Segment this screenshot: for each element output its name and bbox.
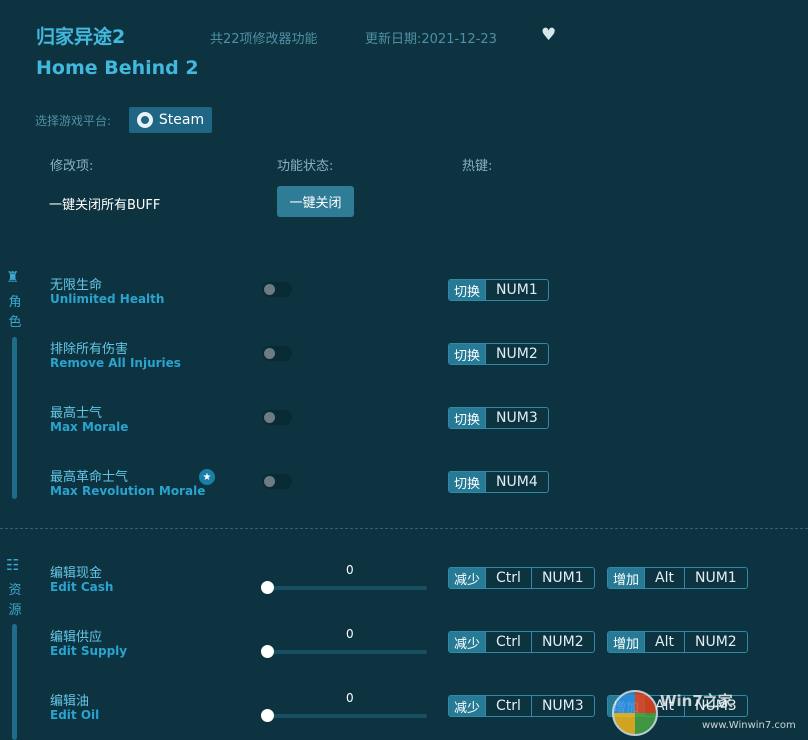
hotkey-action: 增加 [608, 632, 644, 652]
hotkey-action: 切换 [449, 344, 485, 364]
hotkey-key: NUM1 [684, 568, 747, 588]
hotkey-decrease[interactable]: 减少 Ctrl NUM2 [448, 631, 595, 653]
watermark-brand: Win7之家 [660, 690, 733, 711]
hotkey-action: 切换 [449, 472, 485, 492]
option-name-en: Unlimited Health [50, 292, 164, 306]
hotkey-key: NUM1 [485, 280, 548, 300]
toggle-knob [264, 412, 275, 423]
option-toggle[interactable] [262, 282, 292, 297]
toggle-knob [264, 284, 275, 295]
game-title-en: Home Behind 2 [36, 57, 199, 79]
windows-logo-watermark [612, 690, 658, 736]
value-slider[interactable] [267, 650, 427, 654]
hotkey-action: 切换 [449, 280, 485, 300]
update-date: 更新日期:2021-12-23 [365, 28, 497, 47]
steam-platform-button[interactable]: Steam [129, 107, 212, 133]
hotkey-decrease[interactable]: 减少 Ctrl NUM1 [448, 567, 595, 589]
character-icon: ♜ [6, 268, 19, 286]
hotkey-modifier: Ctrl [485, 632, 531, 652]
slider-value: 0 [346, 691, 354, 705]
hotkey-key: NUM2 [485, 344, 548, 364]
option-name-cn: 最高士气 [50, 402, 102, 421]
option-name-en: Max Revolution Morale [50, 484, 205, 498]
hotkey-key: NUM3 [485, 408, 548, 428]
hotkey-action: 减少 [449, 568, 485, 588]
column-header-hotkey: 热键: [462, 155, 492, 174]
resources-icon: ☷ [6, 556, 19, 574]
value-slider[interactable] [267, 586, 427, 590]
hotkey-key: NUM4 [485, 472, 548, 492]
hotkey-toggle[interactable]: 切换 NUM3 [448, 407, 549, 429]
section-title-character: 角色 [8, 293, 22, 333]
option-toggle[interactable] [262, 474, 292, 489]
toggle-knob [264, 476, 275, 487]
option-name-cn: 无限生命 [50, 274, 102, 293]
hotkey-toggle[interactable]: 切换 NUM2 [448, 343, 549, 365]
option-name-cn: 编辑油 [50, 690, 89, 709]
hotkey-increase[interactable]: 增加 Alt NUM2 [607, 631, 748, 653]
platform-label: 选择游戏平台: [35, 112, 111, 129]
hotkey-modifier: Ctrl [485, 696, 531, 716]
section-divider [0, 528, 808, 529]
hotkey-action: 增加 [608, 568, 644, 588]
option-name-en: Remove All Injuries [50, 356, 181, 370]
feature-count: 共22项修改器功能 [210, 28, 318, 47]
hotkey-decrease[interactable]: 减少 Ctrl NUM3 [448, 695, 595, 717]
hotkey-modifier: Ctrl [485, 568, 531, 588]
hotkey-key: NUM2 [531, 632, 594, 652]
hotkey-increase[interactable]: 增加 Alt NUM1 [607, 567, 748, 589]
hotkey-key: NUM2 [684, 632, 747, 652]
hotkey-modifier: Alt [644, 568, 684, 588]
hotkey-key: NUM1 [531, 568, 594, 588]
option-name-en: Edit Oil [50, 708, 99, 722]
slider-value: 0 [346, 563, 354, 577]
option-name-en: Edit Supply [50, 644, 127, 658]
hotkey-action: 减少 [449, 696, 485, 716]
value-slider[interactable] [267, 714, 427, 718]
watermark-url: www.Winwin7.com [702, 720, 796, 731]
steam-label: Steam [159, 112, 204, 128]
option-name-cn: 编辑现金 [50, 562, 102, 581]
game-title-cn: 归家异途2 [36, 22, 125, 49]
column-header-status: 功能状态: [277, 155, 333, 174]
steam-icon [137, 112, 153, 128]
option-name-en: Edit Cash [50, 580, 113, 594]
option-name-cn: 最高革命士气 [50, 466, 128, 485]
disable-all-button[interactable]: 一键关闭 [277, 186, 354, 217]
hotkey-key: NUM3 [531, 696, 594, 716]
slider-handle[interactable] [261, 709, 274, 722]
section-scrollbar[interactable] [12, 624, 17, 740]
hotkey-toggle[interactable]: 切换 NUM4 [448, 471, 549, 493]
hotkey-action: 减少 [449, 632, 485, 652]
section-title-resources: 资源 [8, 581, 22, 621]
toggle-knob [264, 348, 275, 359]
star-icon: ★ [199, 469, 215, 485]
hotkey-modifier: Alt [644, 632, 684, 652]
hotkey-action: 切换 [449, 408, 485, 428]
option-name-cn: 编辑供应 [50, 626, 102, 645]
slider-handle[interactable] [261, 581, 274, 594]
slider-value: 0 [346, 627, 354, 641]
option-name-cn: 排除所有伤害 [50, 338, 128, 357]
section-scrollbar[interactable] [12, 337, 17, 499]
column-header-item: 修改项: [50, 155, 93, 174]
slider-handle[interactable] [261, 645, 274, 658]
option-toggle[interactable] [262, 346, 292, 361]
disable-all-label: 一键关闭所有BUFF [49, 194, 160, 213]
option-name-en: Max Morale [50, 420, 128, 434]
favorite-heart-icon[interactable]: ♥ [541, 25, 556, 45]
option-toggle[interactable] [262, 410, 292, 425]
hotkey-toggle[interactable]: 切换 NUM1 [448, 279, 549, 301]
